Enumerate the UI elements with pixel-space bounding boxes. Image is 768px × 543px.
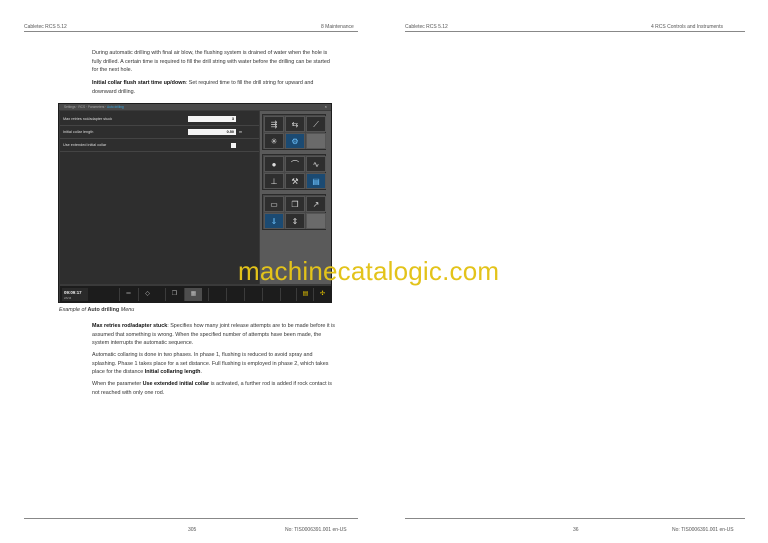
screen-breadcrumb: Settings · RCS · Parameters · Auto drill…	[59, 104, 331, 110]
breadcrumb-path: Settings · RCS · Parameters ·	[64, 105, 108, 109]
caption-prefix: Example of	[59, 307, 88, 313]
menu-grid-icon[interactable]: ▦	[184, 288, 202, 301]
icon-group-1: ⇶ ⇆ ⟋ ✳ ⚙	[262, 114, 326, 150]
status-bar: 09:09:17 2/6/16 ═ ◇ ❐ ▦ ▤ ✣	[60, 286, 332, 303]
param-row-extended-collar[interactable]: Use extended initial collar	[60, 139, 259, 152]
collaring-text: Automatic collaring is done in two phase…	[92, 352, 329, 375]
empty-slot	[208, 288, 226, 301]
empty-slot	[262, 288, 280, 301]
auto-drill-icon[interactable]: ⇓	[264, 213, 284, 229]
extended-collar-pre: When the parameter	[92, 381, 143, 387]
param-row-initial-collar-length[interactable]: Initial collar length 0.50 m	[60, 126, 259, 139]
footer-rule-left	[24, 518, 358, 519]
initial-collar-length-input[interactable]: 0.50	[188, 129, 236, 135]
header-right-title: Cabletec RCS 5.12	[405, 24, 448, 30]
clock-time: 09:09:17	[64, 290, 82, 295]
level-icon[interactable]: ⌒	[285, 156, 305, 172]
diamond-icon[interactable]: ◇	[138, 288, 156, 301]
collar-flush-term: Initial collar flush start time up/down	[92, 80, 186, 86]
max-retries-paragraph: Max retries rod/adapter stuck: Specifies…	[92, 322, 335, 348]
boom-icon[interactable]: ⟋	[306, 116, 326, 132]
empty-slot	[306, 133, 326, 149]
watermark: machinecatalogic.com	[238, 256, 500, 286]
header-left-section: 8 Maintenance	[321, 24, 354, 30]
flush-icon[interactable]: ✳	[264, 133, 284, 149]
unit-label: m	[239, 130, 243, 134]
collar-flush-paragraph: Initial collar flush start time up/down:…	[92, 79, 335, 96]
clock: 09:09:17 2/6/16	[62, 288, 88, 301]
max-retries-term: Max retries rod/adapter stuck	[92, 323, 168, 329]
settings-icon[interactable]: ⚙	[285, 133, 305, 149]
drill-icon[interactable]: ⇶	[264, 116, 284, 132]
header-rule-right	[405, 31, 745, 32]
param-label: Initial collar length	[63, 130, 94, 134]
crosshair-icon[interactable]: ✣	[313, 288, 331, 301]
pages-icon[interactable]: ▤	[306, 173, 326, 189]
copy-icon[interactable]: ❐	[285, 196, 305, 212]
caption-bold: Auto drilling	[87, 307, 120, 313]
icon-group-3: ▭ ❐ ↗ ⇓ ⇕	[262, 194, 326, 230]
collaring-term: Initial collaring length	[144, 369, 201, 375]
sheet-icon[interactable]: ▤	[296, 288, 314, 301]
header-left-title: Cabletec RCS 5.12	[24, 24, 67, 30]
rod-status-icon[interactable]: ═	[119, 288, 137, 301]
close-icon[interactable]: ×	[325, 104, 327, 110]
footer-right-doc: No: TIS0006391.001 en-US	[672, 527, 734, 533]
intro-paragraph: During automatic drilling with final air…	[92, 50, 330, 73]
adjust-icon[interactable]: ⇕	[285, 213, 305, 229]
param-label: Max retries rod/adapter stuck	[63, 117, 113, 121]
arm-icon[interactable]: ↗	[306, 196, 326, 212]
collaring-end: .	[200, 369, 202, 375]
breadcrumb-current: Auto drilling	[107, 105, 124, 109]
icon-group-2: ● ⌒ ∿ ⊥ ⚒ ▤	[262, 154, 326, 190]
copy-icon[interactable]: ❐	[165, 288, 183, 301]
footer-left-doc: No: TIS0006391.001 en-US	[285, 527, 347, 533]
wrench-icon[interactable]: ⚒	[285, 173, 305, 189]
empty-slot	[226, 288, 244, 301]
collar-icon[interactable]: ⊥	[264, 173, 284, 189]
dome-icon[interactable]: ●	[264, 156, 284, 172]
max-retries-input[interactable]: 3	[188, 116, 236, 122]
collaring-paragraph: Automatic collaring is done in two phase…	[92, 351, 335, 377]
extended-collar-checkbox[interactable]	[231, 143, 236, 148]
figure-caption: Example of Auto drilling Menu	[59, 307, 134, 313]
graph-icon[interactable]: ∿	[306, 156, 326, 172]
extended-collar-term: Use extended initial collar	[142, 381, 210, 387]
header-rule-left	[24, 31, 358, 32]
caption-suffix: Menu	[119, 307, 135, 313]
extended-collar-paragraph: When the parameter Use extended initial …	[92, 380, 335, 397]
param-row-max-retries[interactable]: Max retries rod/adapter stuck 3	[60, 113, 259, 126]
clock-date: 2/6/16	[64, 296, 72, 300]
footer-left-page: 305	[188, 527, 197, 533]
empty-slot	[244, 288, 262, 301]
rod-icon[interactable]: ⇆	[285, 116, 305, 132]
empty-slot	[306, 213, 326, 229]
param-label: Use extended initial collar	[63, 143, 107, 147]
parameter-list: Max retries rod/adapter stuck 3 Initial …	[60, 111, 259, 284]
feed-icon[interactable]: ▭	[264, 196, 284, 212]
header-right-section: 4 RCS Controls and Instruments	[651, 24, 723, 30]
footer-rule-right	[405, 518, 745, 519]
footer-right-page: 36	[573, 527, 579, 533]
